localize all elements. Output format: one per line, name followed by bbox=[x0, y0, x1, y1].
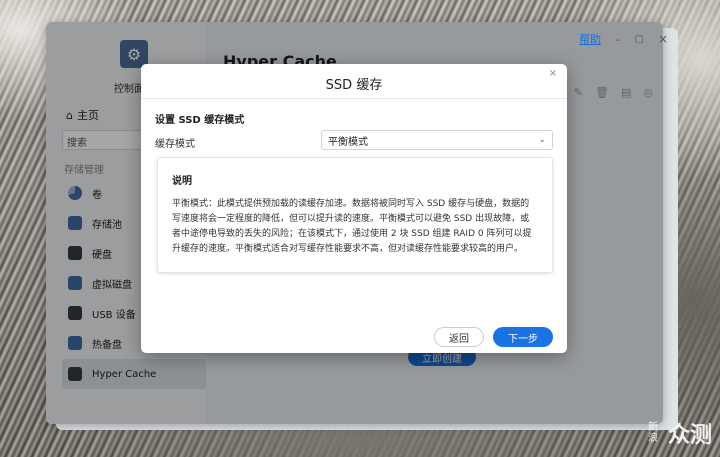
cache-mode-select[interactable]: 平衡模式 ⌄ bbox=[321, 130, 553, 150]
ssd-cache-dialog: SSD 缓存 × 设置 SSD 缓存模式 缓存模式 平衡模式 ⌄ 说明 平衡模式… bbox=[141, 64, 567, 353]
watermark-small: 新浪 bbox=[647, 422, 658, 444]
description-title: 说明 bbox=[172, 176, 192, 187]
cache-mode-value: 平衡模式 bbox=[328, 136, 368, 148]
maximize-button[interactable]: ▢ bbox=[635, 34, 644, 45]
next-button[interactable]: 下一步 bbox=[493, 327, 553, 347]
description-text: 平衡模式：此模式提供预加载的读缓存加速。数据将被同时写入 SSD 缓存与硬盘，数… bbox=[172, 199, 532, 254]
close-icon[interactable]: × bbox=[549, 68, 557, 79]
help-link[interactable]: 帮助 bbox=[579, 31, 601, 47]
divider bbox=[141, 98, 567, 99]
minimize-button[interactable]: – bbox=[615, 33, 621, 46]
watermark-big: 众测 bbox=[667, 423, 712, 448]
chevron-down-icon: ⌄ bbox=[538, 135, 546, 145]
section-heading: 设置 SSD 缓存模式 bbox=[155, 115, 245, 126]
back-button[interactable]: 返回 bbox=[434, 327, 484, 347]
cache-mode-label: 缓存模式 bbox=[155, 139, 195, 150]
titlebar-controls: 帮助 – ▢ × bbox=[579, 31, 668, 47]
watermark-logo: 新浪 众测 bbox=[648, 417, 712, 449]
close-window-button[interactable]: × bbox=[658, 32, 668, 46]
description-box: 说明 平衡模式：此模式提供预加载的读缓存加速。数据将被同时写入 SSD 缓存与硬… bbox=[157, 157, 553, 273]
dialog-title: SSD 缓存 bbox=[325, 78, 383, 93]
